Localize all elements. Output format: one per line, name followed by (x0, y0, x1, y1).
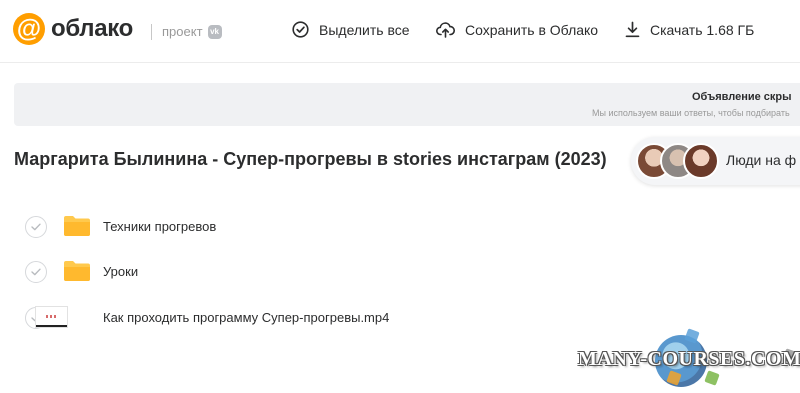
download-label: Скачать 1.68 ГБ (650, 21, 755, 38)
cloud-logo[interactable]: @ облако (13, 13, 133, 45)
list-item[interactable]: Уроки (25, 257, 525, 287)
page-title: Маргарита Былинина - Супер-прогревы в st… (14, 149, 607, 169)
top-header: @ облако проект vk Выделить все Сохранит… (0, 0, 800, 63)
ad-banner-subtitle: Мы используем ваши ответы, чтобы подбира… (592, 108, 790, 118)
logo-text: облако (51, 15, 134, 42)
download-button[interactable]: Скачать 1.68 ГБ (625, 21, 754, 38)
project-label: проект (162, 24, 203, 39)
video-thumbnail-icon (35, 306, 68, 328)
save-to-cloud-label: Сохранить в Облако (465, 21, 599, 38)
file-name[interactable]: Уроки (103, 264, 138, 279)
folder-icon (64, 216, 90, 236)
watermark-text: MANY-COURSES.COM (578, 348, 800, 370)
ad-banner-title: Объявление скры (692, 91, 792, 103)
cloud-upload-icon (436, 22, 455, 38)
check-circle-icon (292, 21, 309, 38)
folder-icon (64, 261, 90, 281)
people-widget-label: Люди на ф (726, 152, 797, 168)
vk-icon: vk (207, 24, 222, 39)
select-checkbox[interactable] (25, 216, 47, 238)
ad-banner[interactable] (14, 83, 800, 126)
avatar (683, 143, 719, 179)
download-icon (625, 21, 640, 38)
thumbnail-bar (36, 325, 67, 327)
check-icon (31, 268, 41, 276)
list-item[interactable]: Как проходить программу Супер-прогревы.m… (25, 303, 525, 333)
select-all-button[interactable]: Выделить все (292, 21, 410, 38)
watermark-cube-icon (704, 370, 720, 386)
thumbnail-detail (46, 315, 58, 318)
save-to-cloud-button[interactable]: Сохранить в Облако (436, 21, 598, 38)
file-name[interactable]: Как проходить программу Супер-прогревы.m… (103, 310, 389, 325)
logo-divider (151, 24, 152, 40)
select-checkbox[interactable] (25, 261, 47, 283)
at-logo-icon: @ (13, 13, 45, 45)
file-name[interactable]: Техники прогревов (103, 219, 216, 234)
check-icon (31, 223, 41, 231)
list-item[interactable]: Техники прогревов (25, 212, 525, 242)
select-all-label: Выделить все (319, 21, 410, 38)
project-vk-link[interactable]: проект vk (162, 24, 222, 39)
